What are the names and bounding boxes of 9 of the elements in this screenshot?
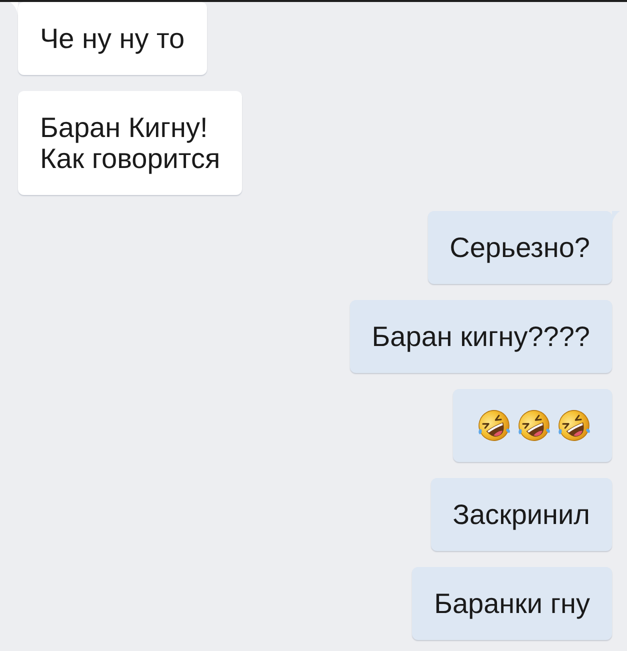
laughing-emoji-icon bbox=[477, 409, 511, 442]
message-bubble: Баран Кигну! Как говорится bbox=[18, 91, 242, 195]
message-bubble: Заскринил bbox=[430, 478, 612, 551]
message-bubble: Баранки гну bbox=[412, 567, 612, 640]
message-bubble: Баран кигну???? bbox=[350, 300, 612, 373]
message-bubble: Че ну ну то bbox=[18, 2, 207, 75]
laughing-emoji-icon bbox=[557, 409, 591, 442]
message-bubble: Серьезно? bbox=[428, 211, 612, 284]
laughing-emoji-icon bbox=[517, 409, 551, 442]
